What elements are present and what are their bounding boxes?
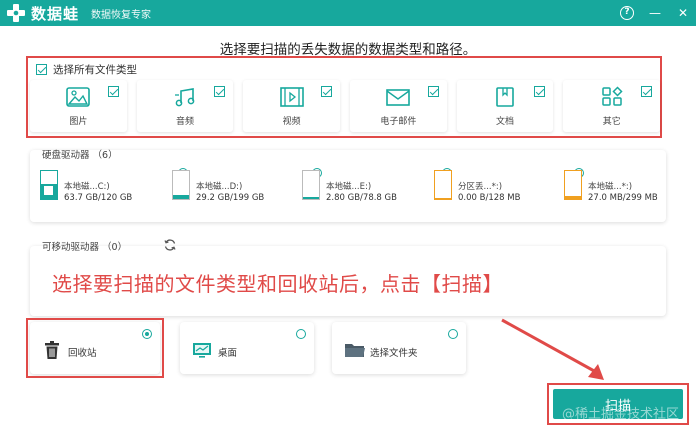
drive-size: 27.0 MB/299 MB bbox=[588, 193, 658, 203]
windows-icon bbox=[44, 186, 53, 195]
drive-name: 本地磁...D:) bbox=[196, 182, 243, 192]
drive-size: 2.80 GB/78.8 GB bbox=[326, 193, 397, 203]
select-all-label: 选择所有文件类型 bbox=[53, 64, 137, 76]
document-checkbox[interactable] bbox=[534, 86, 546, 97]
image-icon bbox=[65, 86, 91, 108]
document-icon bbox=[492, 86, 518, 108]
removable-drive-title: 可移动驱动器 （0） bbox=[42, 242, 128, 253]
app-subtitle: 数据恢复专家 bbox=[91, 9, 152, 21]
drive-size: 0.00 B/128 MB bbox=[458, 193, 521, 203]
location-select-folder[interactable]: 选择文件夹 bbox=[332, 322, 466, 374]
file-type-image[interactable]: 图片 bbox=[30, 80, 127, 132]
file-type-other[interactable]: 其它 bbox=[563, 80, 661, 132]
desktop-radio[interactable] bbox=[296, 329, 306, 339]
other-checkbox[interactable] bbox=[641, 86, 653, 97]
audio-checkbox[interactable] bbox=[214, 86, 226, 97]
instruction-annotation: 选择要扫描的文件类型和回收站后，点击【扫描】 bbox=[52, 272, 503, 296]
email-checkbox[interactable] bbox=[427, 86, 439, 97]
email-label: 电子邮件 bbox=[380, 117, 417, 127]
drive-size: 63.7 GB/120 GB bbox=[64, 193, 133, 203]
minimize-button[interactable]: — bbox=[648, 6, 662, 20]
image-label: 图片 bbox=[69, 117, 88, 127]
recycle-bin-highlight bbox=[26, 318, 164, 378]
drive-usage-fill bbox=[565, 196, 581, 199]
other-icon bbox=[599, 86, 625, 108]
file-type-document[interactable]: 文档 bbox=[456, 80, 554, 132]
drive-name: 本地磁...E:) bbox=[326, 182, 372, 192]
email-icon bbox=[385, 86, 411, 108]
scan-button[interactable]: 扫描 bbox=[553, 389, 683, 419]
drive-usage-bar bbox=[434, 170, 452, 200]
refresh-icon[interactable] bbox=[163, 237, 177, 251]
drive-usage-fill bbox=[435, 198, 451, 199]
drive-usage-fill bbox=[173, 194, 189, 199]
folder-icon bbox=[344, 340, 365, 360]
music-icon bbox=[172, 86, 198, 108]
video-checkbox[interactable] bbox=[321, 86, 333, 97]
drive-usage-bar bbox=[564, 170, 582, 200]
drive-usage-bar bbox=[40, 170, 58, 200]
drive-usage-bar bbox=[302, 170, 320, 200]
file-type-video[interactable]: 视频 bbox=[243, 80, 341, 132]
drive-item-c[interactable]: 本地磁...C:) 63.7 GB/120 GB bbox=[40, 168, 188, 208]
drive-item-e[interactable]: 本地磁...E:) 2.80 GB/78.8 GB bbox=[302, 168, 452, 208]
select-folder-label: 选择文件夹 bbox=[370, 348, 418, 359]
file-type-list: 图片 音频 视频 电子邮件 文档 其它 bbox=[30, 80, 661, 132]
drive-item-lost-partition[interactable]: 分区丢...*:) 0.00 B/128 MB bbox=[434, 168, 584, 208]
video-label: 视频 bbox=[282, 117, 301, 127]
file-type-email[interactable]: 电子邮件 bbox=[350, 80, 447, 132]
drive-name: 分区丢...*:) bbox=[458, 182, 503, 192]
drive-name: 本地磁...*:) bbox=[588, 182, 633, 192]
drive-item-local[interactable]: 本地磁...*:) 27.0 MB/299 MB bbox=[564, 168, 684, 208]
drive-usage-bar bbox=[172, 170, 190, 200]
drive-size: 29.2 GB/199 GB bbox=[196, 193, 265, 203]
drive-item-d[interactable]: 本地磁...D:) 29.2 GB/199 GB bbox=[172, 168, 322, 208]
select-all-row[interactable]: 选择所有文件类型 bbox=[36, 62, 137, 77]
title-bar: 数据蛙 数据恢复专家 ? — ✕ bbox=[0, 0, 696, 26]
page-headline: 选择要扫描的丢失数据的数据类型和路径。 bbox=[219, 42, 477, 58]
select-folder-radio[interactable] bbox=[448, 329, 458, 339]
drive-name: 本地磁...C:) bbox=[64, 182, 110, 192]
video-icon bbox=[279, 86, 305, 108]
document-label: 文档 bbox=[496, 117, 515, 127]
help-button[interactable]: ? bbox=[620, 6, 634, 20]
desktop-label: 桌面 bbox=[218, 348, 238, 359]
app-logo-icon bbox=[6, 3, 26, 23]
app-name: 数据蛙 bbox=[31, 4, 80, 23]
hard-drive-title: 硬盘驱动器 （6） bbox=[42, 150, 118, 161]
select-all-checkbox[interactable] bbox=[36, 64, 47, 75]
desktop-icon bbox=[192, 340, 212, 360]
location-desktop[interactable]: 桌面 bbox=[180, 322, 314, 374]
other-label: 其它 bbox=[602, 117, 621, 127]
close-button[interactable]: ✕ bbox=[676, 6, 690, 20]
drive-usage-fill bbox=[303, 196, 319, 199]
image-checkbox[interactable] bbox=[107, 86, 119, 97]
audio-label: 音频 bbox=[176, 117, 195, 127]
file-type-audio[interactable]: 音频 bbox=[136, 80, 234, 132]
